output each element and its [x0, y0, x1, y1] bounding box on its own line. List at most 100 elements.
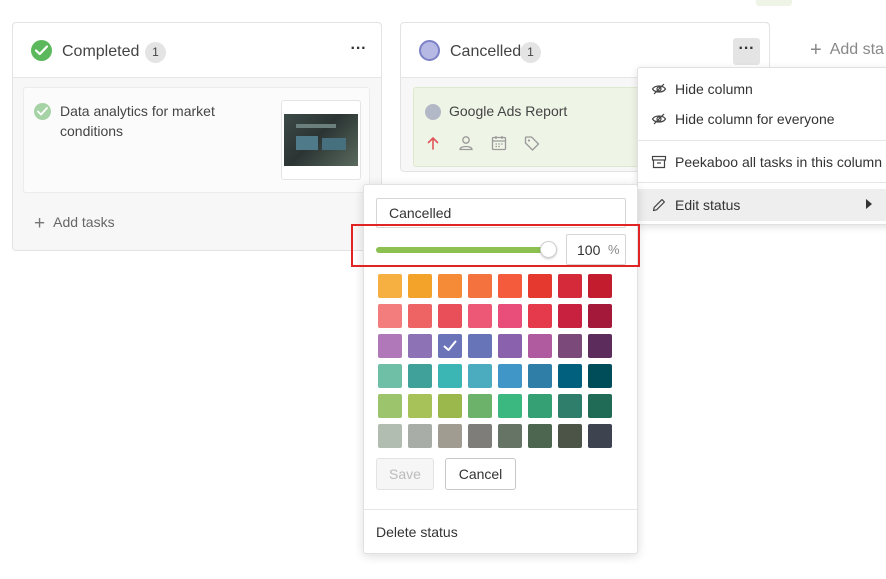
color-swatch[interactable]	[438, 334, 462, 358]
submenu-arrow-icon	[866, 199, 872, 209]
color-swatch[interactable]	[558, 424, 582, 448]
color-swatch[interactable]	[408, 304, 432, 328]
menu-item-peekaboo[interactable]: Peekaboo all tasks in this column	[638, 146, 886, 178]
cancel-button[interactable]: Cancel	[445, 458, 516, 490]
eye-off-icon	[651, 81, 667, 97]
color-swatch[interactable]	[588, 394, 612, 418]
color-swatch[interactable]	[528, 304, 552, 328]
color-swatch[interactable]	[438, 424, 462, 448]
color-swatch[interactable]	[378, 424, 402, 448]
color-swatch[interactable]	[468, 274, 492, 298]
edit-status-panel: 100 % Save Cancel Delete status	[363, 184, 639, 554]
task-status-icon[interactable]	[425, 104, 441, 120]
menu-item-label: Hide column	[675, 81, 753, 97]
color-swatch[interactable]	[378, 304, 402, 328]
menu-item-label: Edit status	[675, 197, 741, 213]
column-more-button[interactable]: ···	[345, 38, 372, 65]
color-swatch[interactable]	[528, 274, 552, 298]
color-swatch[interactable]	[528, 334, 552, 358]
color-swatch[interactable]	[408, 424, 432, 448]
color-swatch[interactable]	[558, 364, 582, 388]
menu-item-edit-status[interactable]: Edit status	[638, 189, 886, 221]
opacity-input[interactable]: 100 %	[566, 234, 626, 265]
calendar-icon[interactable]	[490, 134, 508, 152]
color-swatch[interactable]	[588, 424, 612, 448]
color-swatch[interactable]	[528, 394, 552, 418]
color-swatch[interactable]	[588, 304, 612, 328]
color-swatch[interactable]	[408, 364, 432, 388]
color-swatch[interactable]	[468, 334, 492, 358]
completed-status-icon	[31, 40, 52, 61]
pencil-icon	[651, 197, 667, 213]
color-swatch[interactable]	[408, 274, 432, 298]
save-button[interactable]: Save	[376, 458, 434, 490]
color-swatch[interactable]	[498, 334, 522, 358]
task-thumbnail[interactable]	[281, 100, 361, 180]
task-complete-icon[interactable]	[34, 103, 51, 120]
archive-icon	[651, 154, 667, 170]
menu-divider	[638, 140, 886, 141]
task-title[interactable]: Data analytics for market conditions	[60, 101, 260, 141]
color-swatch[interactable]	[558, 334, 582, 358]
tag-icon[interactable]	[523, 134, 541, 152]
cancelled-status-icon	[419, 40, 440, 61]
color-swatch[interactable]	[378, 334, 402, 358]
color-swatch[interactable]	[468, 394, 492, 418]
color-swatch[interactable]	[588, 334, 612, 358]
task-card[interactable]: Google Ads Report	[413, 87, 640, 167]
color-swatch[interactable]	[408, 334, 432, 358]
column-title: Completed	[62, 43, 140, 60]
column-menu: Hide column Hide column for everyone Pee…	[637, 67, 886, 225]
color-swatch[interactable]	[408, 394, 432, 418]
menu-item-hide-column[interactable]: Hide column	[638, 73, 886, 105]
color-swatch[interactable]	[588, 364, 612, 388]
add-status-button[interactable]: + Add sta	[810, 39, 884, 62]
thumbnail-image	[284, 114, 358, 166]
panel-divider	[364, 509, 639, 510]
color-swatch[interactable]	[438, 364, 462, 388]
opacity-slider-handle[interactable]	[540, 241, 557, 258]
menu-item-hide-column-everyone[interactable]: Hide column for everyone	[638, 103, 886, 135]
color-swatch[interactable]	[528, 424, 552, 448]
column-more-button[interactable]: ···	[733, 38, 760, 65]
menu-divider	[638, 182, 886, 183]
color-swatch[interactable]	[468, 304, 492, 328]
column-title: Cancelled	[450, 43, 522, 60]
add-tasks-label: Add tasks	[53, 214, 115, 230]
task-card[interactable]: Data analytics for market conditions	[23, 87, 370, 193]
color-swatch[interactable]	[558, 394, 582, 418]
color-swatch[interactable]	[468, 364, 492, 388]
color-swatch[interactable]	[378, 364, 402, 388]
task-title[interactable]: Google Ads Report	[449, 103, 567, 119]
priority-arrow-icon[interactable]	[424, 134, 442, 152]
assignee-icon[interactable]	[457, 134, 475, 152]
opacity-value: 100	[577, 242, 601, 258]
status-name-input[interactable]	[376, 198, 626, 228]
color-swatch[interactable]	[588, 274, 612, 298]
menu-item-label: Peekaboo all tasks in this column	[675, 154, 882, 170]
color-swatch[interactable]	[498, 304, 522, 328]
color-swatch[interactable]	[558, 274, 582, 298]
add-status-label: Add sta	[829, 41, 884, 58]
plus-icon: +	[34, 213, 46, 234]
color-swatch[interactable]	[498, 364, 522, 388]
color-swatch[interactable]	[558, 304, 582, 328]
color-swatch[interactable]	[378, 274, 402, 298]
column-header: Completed 1 ···	[13, 23, 381, 78]
delete-status-button[interactable]: Delete status	[376, 524, 458, 540]
color-swatch[interactable]	[468, 424, 492, 448]
color-swatch[interactable]	[498, 424, 522, 448]
top-chip	[756, 0, 792, 6]
checkmark-icon	[443, 340, 457, 351]
color-swatch[interactable]	[378, 394, 402, 418]
color-swatch[interactable]	[438, 394, 462, 418]
color-swatch[interactable]	[498, 274, 522, 298]
color-swatch[interactable]	[528, 364, 552, 388]
column-completed: Completed 1 ··· Data analytics for marke…	[12, 22, 382, 251]
add-tasks-button[interactable]: + Add tasks	[34, 213, 115, 235]
color-swatch[interactable]	[438, 274, 462, 298]
color-swatch-grid	[378, 274, 612, 448]
opacity-slider-track[interactable]	[376, 247, 550, 253]
color-swatch[interactable]	[438, 304, 462, 328]
color-swatch[interactable]	[498, 394, 522, 418]
